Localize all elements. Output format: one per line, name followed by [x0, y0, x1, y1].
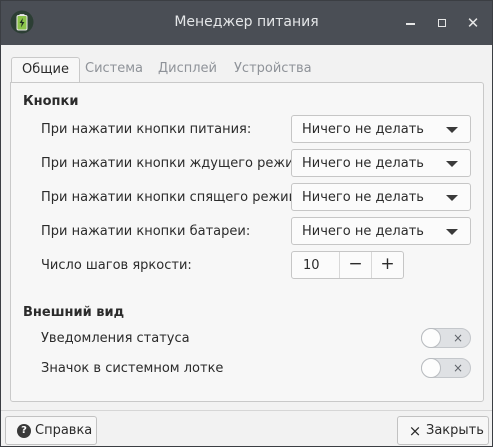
close-window-button[interactable]: ✕ — [462, 12, 484, 34]
toggle-knob — [421, 328, 441, 348]
tab-system[interactable]: Система — [75, 57, 153, 82]
suspend-button-action-select[interactable]: Ничего не делать — [291, 149, 471, 177]
chevron-down-icon — [446, 195, 458, 201]
tab-general[interactable]: Общие — [11, 57, 80, 83]
hibernate-button-action-select[interactable]: Ничего не делать — [291, 183, 471, 211]
power-button-action-value: Ничего не делать — [302, 122, 424, 137]
tab-display[interactable]: Дисплей — [148, 57, 227, 82]
minimize-icon — [406, 23, 415, 25]
battery-button-action-select[interactable]: Ничего не делать — [291, 217, 471, 245]
status-notifications-toggle[interactable]: × — [421, 328, 471, 348]
off-icon: × — [452, 331, 463, 345]
section-title-appearance: Внешний вид — [23, 305, 125, 320]
decrement-button[interactable]: − — [339, 252, 371, 278]
hibernate-button-label: При нажатии кнопки спящего режима: — [41, 190, 311, 205]
power-manager-window: Менеджер питания ✕ Общие Система Дисплей… — [0, 0, 493, 447]
close-icon: × — [408, 422, 422, 440]
footer-divider — [1, 410, 492, 411]
suspend-button-action-value: Ничего не делать — [302, 156, 424, 171]
title-bar[interactable]: Менеджер питания ✕ — [1, 1, 492, 45]
maximize-icon — [438, 19, 446, 27]
power-button-action-select[interactable]: Ничего не делать — [291, 115, 471, 143]
maximize-button[interactable] — [431, 12, 453, 34]
suspend-button-label: При нажатии кнопки ждущего режима: — [41, 156, 316, 171]
close-icon: ✕ — [466, 14, 480, 32]
close-button-label: Закрыть — [426, 423, 484, 438]
off-icon: × — [452, 361, 463, 375]
power-button-label: При нажатии кнопки питания: — [41, 122, 252, 137]
minimize-button[interactable] — [400, 12, 422, 34]
brightness-steps-spinner: 10 − + — [291, 251, 404, 279]
help-button-label: Справка — [35, 423, 93, 438]
chevron-down-icon — [446, 161, 458, 167]
tab-devices[interactable]: Устройства — [224, 57, 322, 82]
section-title-buttons: Кнопки — [23, 94, 79, 109]
brightness-steps-input[interactable]: 10 — [303, 258, 320, 273]
help-icon: ? — [17, 424, 31, 438]
close-button[interactable]: × Закрыть — [397, 416, 489, 445]
tray-icon-label: Значок в системном лотке — [41, 361, 224, 376]
tray-icon-toggle[interactable]: × — [421, 358, 471, 378]
brightness-steps-label: Число шагов яркости: — [41, 258, 192, 273]
status-notifications-label: Уведомления статуса — [41, 331, 190, 346]
help-button[interactable]: ? Справка — [5, 416, 97, 445]
battery-button-action-value: Ничего не делать — [302, 224, 424, 239]
battery-button-label: При нажатии кнопки батареи: — [41, 224, 251, 239]
increment-button[interactable]: + — [371, 252, 403, 278]
hibernate-button-action-value: Ничего не делать — [302, 190, 424, 205]
chevron-down-icon — [446, 229, 458, 235]
chevron-down-icon — [446, 127, 458, 133]
toggle-knob — [421, 358, 441, 378]
